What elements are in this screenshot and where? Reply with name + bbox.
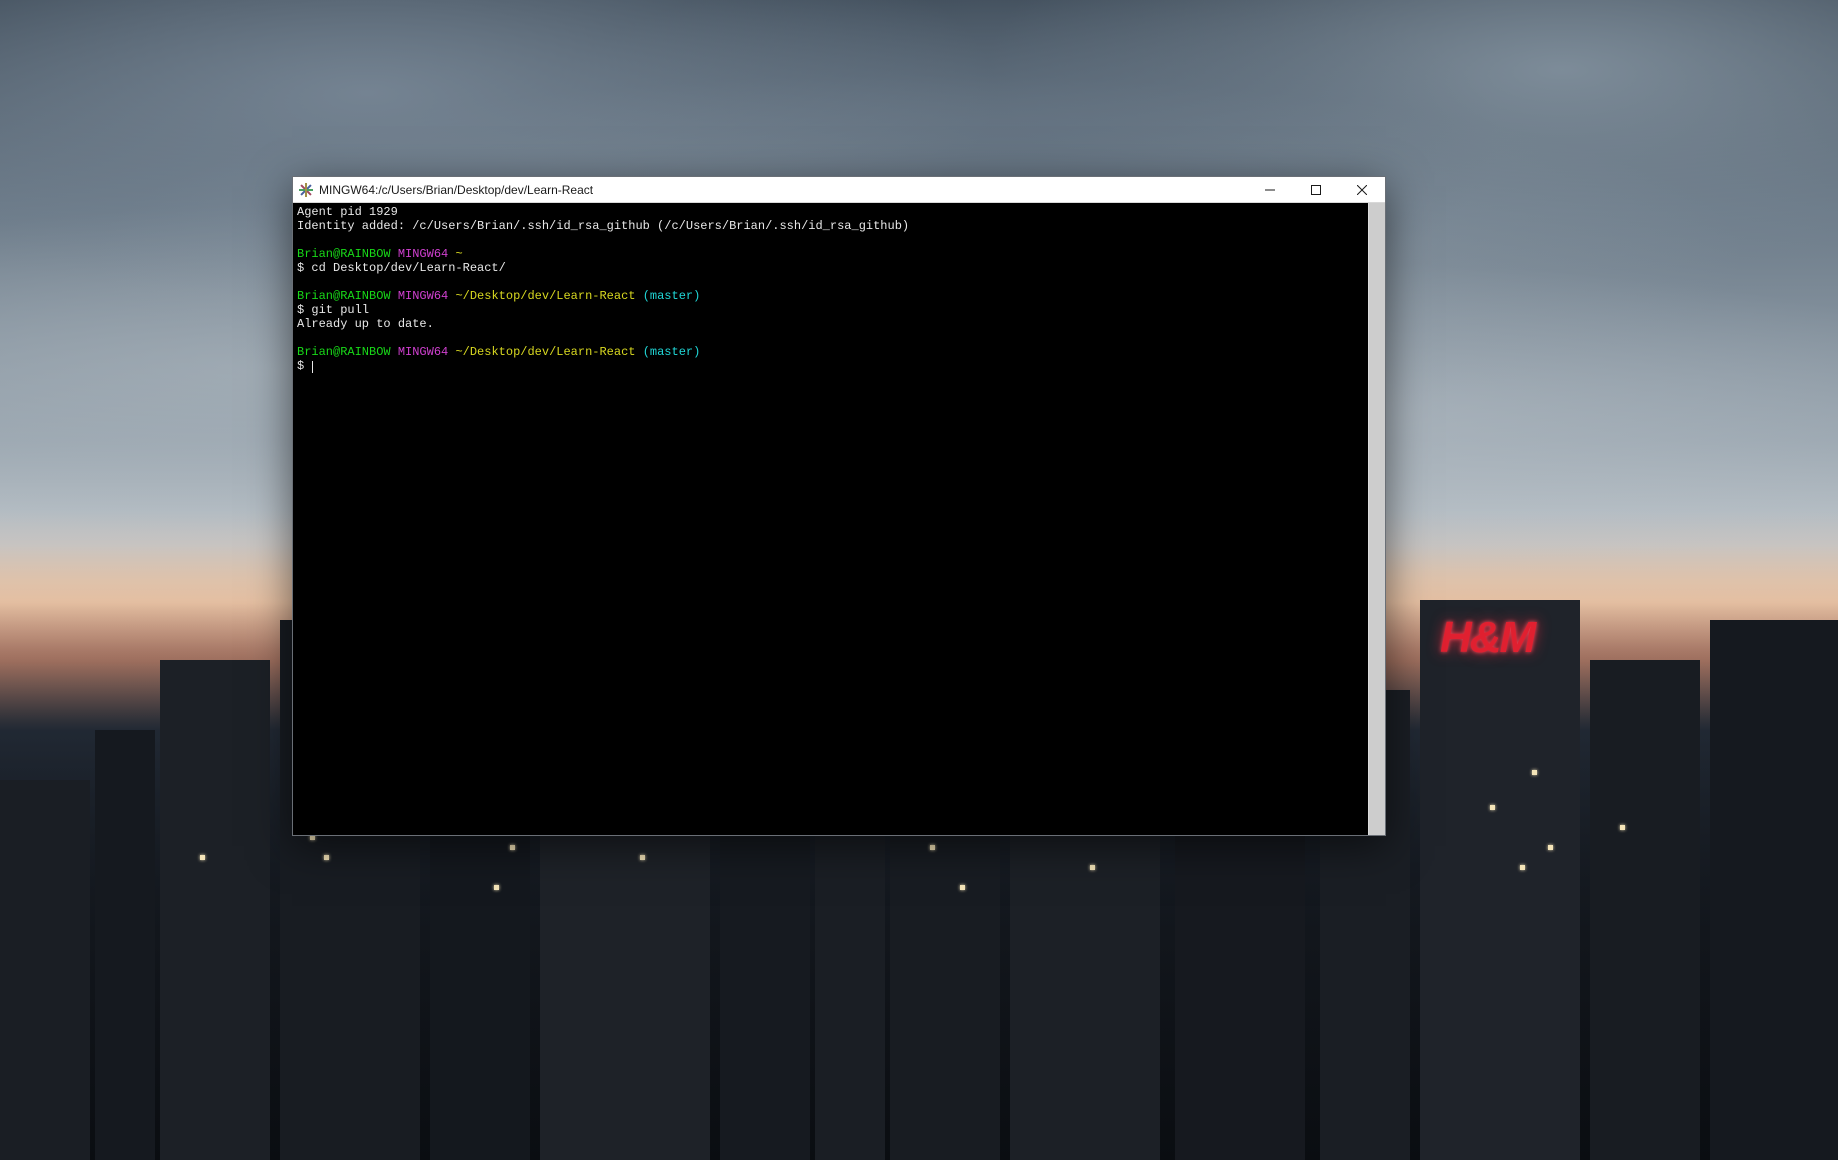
prompt-symbol: $ — [297, 359, 311, 373]
prompt-shell: MINGW64 — [398, 289, 448, 303]
minimize-button[interactable] — [1247, 177, 1293, 203]
git-bash-icon — [299, 183, 313, 197]
prompt-branch: (master) — [643, 345, 701, 359]
terminal-cursor — [312, 361, 313, 373]
prompt-path: ~/Desktop/dev/Learn-React — [455, 345, 635, 359]
maximize-icon — [1311, 185, 1321, 195]
close-icon — [1357, 185, 1367, 195]
scrollbar-thumb[interactable] — [1369, 203, 1385, 835]
terminal-content[interactable]: Agent pid 1929 Identity added: /c/Users/… — [293, 203, 1368, 835]
prompt-shell: MINGW64 — [398, 247, 448, 261]
wallpaper-sign: H&M — [1440, 616, 1534, 660]
window-title: MINGW64:/c/Users/Brian/Desktop/dev/Learn… — [319, 183, 593, 197]
prompt-user-host: Brian@RAINBOW — [297, 247, 391, 261]
close-button[interactable] — [1339, 177, 1385, 203]
prompt-user-host: Brian@RAINBOW — [297, 345, 391, 359]
vertical-scrollbar[interactable] — [1368, 203, 1385, 835]
prompt-user-host: Brian@RAINBOW — [297, 289, 391, 303]
prompt-symbol: $ — [297, 261, 311, 275]
prompt-branch: (master) — [643, 289, 701, 303]
maximize-button[interactable] — [1293, 177, 1339, 203]
prompt-path: ~ — [455, 247, 462, 261]
minimize-icon — [1265, 185, 1275, 195]
terminal-output-line: Already up to date. — [297, 317, 434, 331]
terminal-command: git pull — [311, 303, 369, 317]
terminal-command: cd Desktop/dev/Learn-React/ — [311, 261, 505, 275]
prompt-path: ~/Desktop/dev/Learn-React — [455, 289, 635, 303]
prompt-symbol: $ — [297, 303, 311, 317]
prompt-shell: MINGW64 — [398, 345, 448, 359]
terminal-output-line: Agent pid 1929 — [297, 205, 398, 219]
window-titlebar[interactable]: MINGW64:/c/Users/Brian/Desktop/dev/Learn… — [293, 177, 1385, 203]
terminal-output-line: Identity added: /c/Users/Brian/.ssh/id_r… — [297, 219, 909, 233]
terminal-window[interactable]: MINGW64:/c/Users/Brian/Desktop/dev/Learn… — [292, 176, 1386, 836]
